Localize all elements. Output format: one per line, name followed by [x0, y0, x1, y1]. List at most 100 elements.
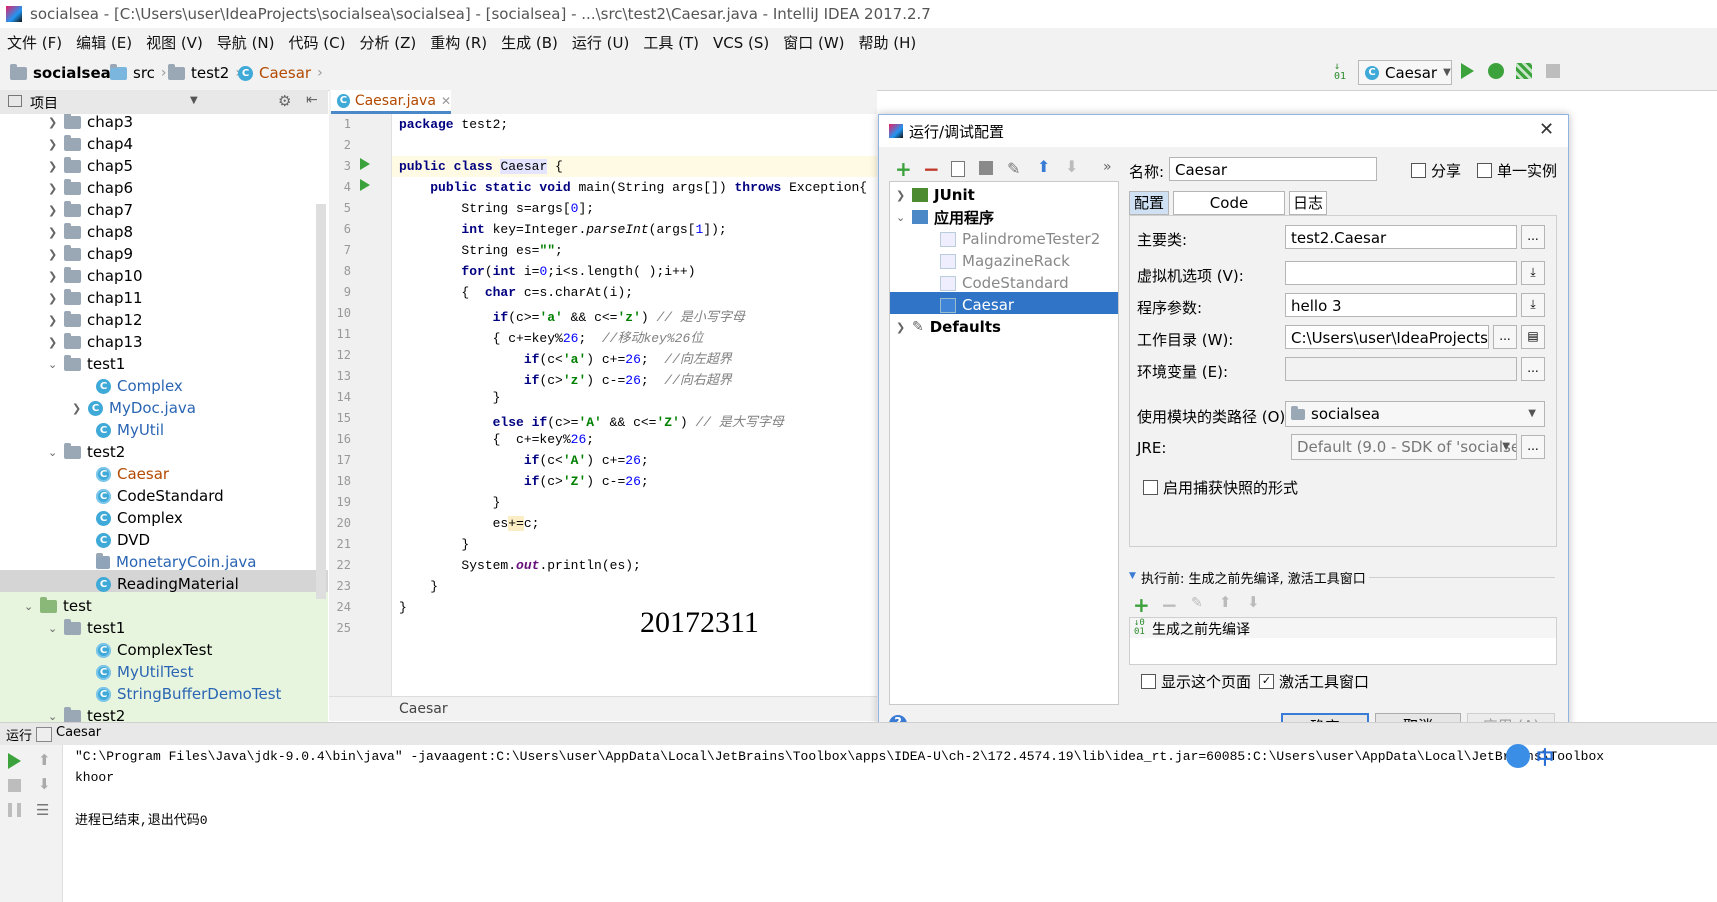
single-instance-checkbox[interactable] — [1477, 163, 1492, 178]
run-console[interactable]: "C:\Program Files\Java\jdk-9.0.4\bin\jav… — [0, 745, 1717, 902]
close-icon[interactable]: ✕ — [1539, 119, 1554, 140]
tree-item[interactable]: C MyUtil — [96, 419, 164, 441]
run-config-dropdown[interactable]: C Caesar ▼ — [1358, 60, 1452, 85]
tab-code-coverage[interactable]: Code Coverage — [1173, 191, 1285, 234]
run-tab-caesar[interactable]: Caesar — [56, 725, 101, 740]
tree-item[interactable]: ❯ chap3 — [48, 114, 133, 133]
remove-task-icon[interactable]: − — [1161, 593, 1178, 617]
config-tree-defaults[interactable]: ❯ ✎ Defaults — [896, 316, 1001, 338]
config-item[interactable]: MagazineRack — [940, 250, 1070, 272]
tree-item[interactable]: ❯ chap13 — [48, 331, 143, 353]
jre-dropdown[interactable]: Default (9.0 - SDK of 'socialsea ▼ — [1291, 434, 1517, 460]
expand-vm-options-icon[interactable]: ⤓ — [1521, 261, 1545, 285]
tree-item[interactable]: ❯ C MyDoc.java — [72, 397, 196, 419]
show-page-checkbox[interactable] — [1141, 674, 1156, 689]
menu-build[interactable]: 生成 (B) — [494, 28, 565, 53]
breadcrumb-project[interactable]: socialsea › — [10, 63, 122, 82]
tree-item[interactable]: ❯ chap5 — [48, 155, 133, 177]
config-tree-junit[interactable]: ❯ JUnit — [896, 184, 975, 206]
menu-vcs[interactable]: VCS (S) — [706, 30, 776, 52]
workdir-input[interactable]: C:\Users\user\IdeaProjects\so — [1285, 325, 1489, 349]
tree-item[interactable]: C MyUtilTest — [96, 661, 194, 683]
stop-icon[interactable] — [8, 779, 21, 792]
editor-breadcrumb-label[interactable]: Caesar — [399, 701, 448, 717]
tree-item[interactable]: C Caesar — [96, 463, 169, 485]
env-vars-input[interactable] — [1285, 357, 1517, 381]
chevron-down-icon[interactable]: ▼ — [190, 95, 198, 106]
tree-item[interactable]: ⌄ test — [24, 595, 92, 617]
debug-icon[interactable] — [1488, 63, 1504, 79]
macro-icon[interactable]: ▤ — [1521, 325, 1545, 349]
program-args-input[interactable]: hello 3 — [1285, 293, 1517, 317]
build-icon[interactable]: ↓ 01 — [1334, 62, 1352, 82]
code-editor[interactable]: 1 2 3 4 5 6 7 8 9 10 11 12 13 14 15 16 1… — [329, 114, 877, 696]
soft-wrap-icon[interactable]: ☰ — [36, 801, 49, 819]
pause-icon[interactable] — [8, 803, 21, 817]
tree-item[interactable]: C ComplexTest — [96, 639, 212, 661]
menu-refactor[interactable]: 重构 (R) — [423, 28, 494, 53]
save-icon[interactable] — [979, 161, 993, 175]
browse-jre-button[interactable]: ... — [1521, 435, 1545, 459]
move-task-down-icon[interactable]: ⬇ — [1247, 593, 1260, 611]
menu-help[interactable]: 帮助 (H) — [852, 28, 924, 53]
edit-task-icon[interactable]: ✎ — [1191, 595, 1203, 611]
browse-workdir-button[interactable]: ... — [1493, 325, 1517, 349]
expand-args-icon[interactable]: ⤓ — [1521, 293, 1545, 317]
main-class-input[interactable]: test2.Caesar — [1285, 225, 1517, 249]
tab-logs[interactable]: 日志 — [1289, 191, 1327, 215]
arrow-down-icon[interactable]: ⬇ — [38, 775, 51, 793]
tree-item[interactable]: C Complex — [96, 507, 183, 529]
tree-item[interactable]: C StringBufferDemoTest — [96, 683, 281, 705]
tree-item[interactable]: C CodeStandard — [96, 485, 224, 507]
menu-run[interactable]: 运行 (U) — [565, 28, 636, 53]
tree-item[interactable]: ❯ chap6 — [48, 177, 133, 199]
stop-icon[interactable] — [1546, 64, 1560, 78]
coverage-icon[interactable] — [1516, 63, 1532, 79]
tree-item[interactable]: ⌄ test2 — [48, 705, 125, 722]
menu-file[interactable]: 文件 (F) — [0, 28, 69, 53]
tree-item[interactable]: ❯ chap9 — [48, 243, 133, 265]
ime-language[interactable]: 中 — [1536, 744, 1554, 770]
tree-item[interactable]: C Complex — [96, 375, 183, 397]
move-task-up-icon[interactable]: ⬆ — [1219, 593, 1232, 611]
tree-scrollbar[interactable] — [316, 204, 326, 599]
tree-item[interactable]: ❯ chap12 — [48, 309, 143, 331]
arrow-up-icon[interactable]: ⬆ — [38, 751, 51, 769]
tab-configuration[interactable]: 配置 — [1129, 191, 1169, 215]
run-icon[interactable] — [1461, 63, 1474, 79]
menu-edit[interactable]: 编辑 (E) — [69, 28, 139, 53]
rerun-icon[interactable] — [8, 753, 21, 769]
add-task-icon[interactable]: + — [1133, 593, 1150, 617]
tree-item[interactable]: C ReadingMaterial — [96, 573, 239, 595]
arrow-down-icon[interactable]: ⬇ — [1065, 157, 1078, 176]
menu-view[interactable]: 视图 (V) — [139, 28, 210, 53]
breadcrumb-file[interactable]: C Caesar › — [238, 64, 323, 82]
vm-options-input[interactable] — [1285, 261, 1517, 285]
project-panel-title[interactable]: 项目 — [30, 93, 58, 113]
menu-analyze[interactable]: 分析 (Z) — [352, 28, 423, 53]
tree-item[interactable]: ⌄ test1 — [48, 617, 125, 639]
tree-item[interactable]: ⌄ test2 — [48, 441, 125, 463]
share-checkbox[interactable] — [1411, 163, 1426, 178]
close-icon[interactable]: ✕ — [441, 94, 451, 108]
tree-item[interactable]: MonetaryCoin.java — [96, 551, 257, 573]
menu-window[interactable]: 窗口 (W) — [776, 28, 851, 53]
name-input[interactable]: Caesar — [1169, 157, 1377, 181]
menu-code[interactable]: 代码 (C) — [282, 28, 353, 53]
tab-caesar-java[interactable]: C Caesar.java ✕ — [331, 90, 451, 114]
tree-item[interactable]: ❯ chap4 — [48, 133, 133, 155]
browse-main-class-button[interactable]: ... — [1521, 225, 1545, 249]
copy-icon[interactable] — [951, 161, 965, 177]
menu-tools[interactable]: 工具 (T) — [636, 28, 706, 53]
tree-item[interactable]: ❯ chap7 — [48, 199, 133, 221]
tree-item[interactable]: ❯ chap10 — [48, 265, 143, 287]
gear-icon[interactable]: ⚙ — [278, 92, 291, 110]
run-gutter-icon[interactable] — [360, 158, 370, 170]
tree-item[interactable]: ❯ chap8 — [48, 221, 133, 243]
menu-navigate[interactable]: 导航 (N) — [210, 28, 282, 53]
arrow-up-icon[interactable]: ⬆ — [1037, 157, 1050, 176]
config-item[interactable]: CodeStandard — [940, 272, 1069, 294]
ime-avatar-icon[interactable] — [1506, 744, 1530, 768]
tree-item[interactable]: C DVD — [96, 529, 150, 551]
hide-panel-icon[interactable]: ⇤ — [306, 92, 318, 108]
